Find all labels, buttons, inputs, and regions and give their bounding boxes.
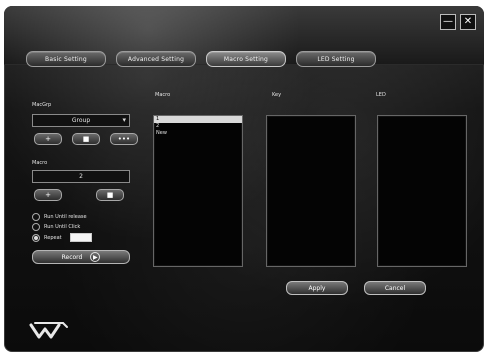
- tab-basic-setting[interactable]: Basic Setting: [26, 51, 106, 67]
- close-button[interactable]: ✕: [460, 14, 476, 30]
- radio-icon: [32, 223, 40, 231]
- add-macro-button[interactable]: +: [34, 189, 62, 201]
- macrogroup-label: MacGrp: [32, 102, 52, 108]
- group-buttons: + ■ •••: [34, 133, 138, 145]
- macro-value-field[interactable]: 2: [32, 170, 130, 183]
- radio-label: Run Until release: [44, 214, 87, 220]
- key-list[interactable]: [266, 115, 356, 267]
- apply-button[interactable]: Apply: [286, 281, 348, 295]
- tab-advanced-setting[interactable]: Advanced Setting: [116, 51, 196, 67]
- list-item[interactable]: 1: [154, 116, 242, 123]
- cancel-button[interactable]: Cancel: [364, 281, 426, 295]
- key-panel-title: Key: [272, 92, 282, 98]
- tab-label: Advanced Setting: [127, 55, 185, 63]
- settings-tabs: Basic Setting Advanced Setting Macro Set…: [26, 51, 376, 67]
- chevron-down-icon: ▾: [122, 116, 126, 124]
- tab-label: Basic Setting: [45, 55, 87, 63]
- led-panel-title: LED: [376, 92, 386, 98]
- radio-label: Run Until Click: [44, 224, 81, 230]
- minimize-icon: —: [443, 16, 453, 27]
- group-select-value: Group: [71, 117, 91, 124]
- list-item[interactable]: 2: [154, 123, 242, 130]
- radio-repeat[interactable]: Repeat: [32, 233, 92, 242]
- radio-label: Repeat: [44, 234, 62, 241]
- list-item[interactable]: New: [154, 130, 242, 137]
- tab-macro-setting[interactable]: Macro Setting: [206, 51, 286, 67]
- macro-buttons: + ■: [34, 189, 124, 201]
- tab-led-setting[interactable]: LED Setting: [296, 51, 376, 67]
- more-group-button[interactable]: •••: [110, 133, 138, 145]
- macro-panel-title: Macro: [155, 92, 171, 98]
- group-select[interactable]: Group ▾: [32, 114, 130, 127]
- delete-macro-button[interactable]: ■: [96, 189, 124, 201]
- led-list[interactable]: [377, 115, 467, 267]
- radio-run-until-release[interactable]: Run Until release: [32, 213, 87, 221]
- record-icon: ▶: [90, 252, 101, 262]
- macro-label: Macro: [32, 160, 48, 166]
- record-button[interactable]: Record ▶: [32, 250, 130, 264]
- add-group-button[interactable]: +: [34, 133, 62, 145]
- radio-icon: [32, 233, 40, 242]
- delete-group-button[interactable]: ■: [72, 133, 100, 145]
- tab-label: Macro Setting: [223, 55, 269, 63]
- radio-icon: [32, 213, 40, 221]
- macro-list[interactable]: 1 2 New: [153, 115, 243, 267]
- tab-label: LED Setting: [317, 55, 355, 63]
- close-icon: ✕: [463, 16, 473, 27]
- radio-run-until-click[interactable]: Run Until Click: [32, 223, 80, 231]
- window-controls: — ✕: [440, 14, 476, 30]
- minimize-button[interactable]: —: [440, 14, 456, 30]
- record-label: Record: [61, 253, 83, 261]
- macro-setting-window: — ✕ Basic Setting Advanced Setting Macro…: [4, 6, 484, 352]
- logo-icon: [29, 322, 68, 339]
- repeat-count-input[interactable]: [69, 233, 92, 242]
